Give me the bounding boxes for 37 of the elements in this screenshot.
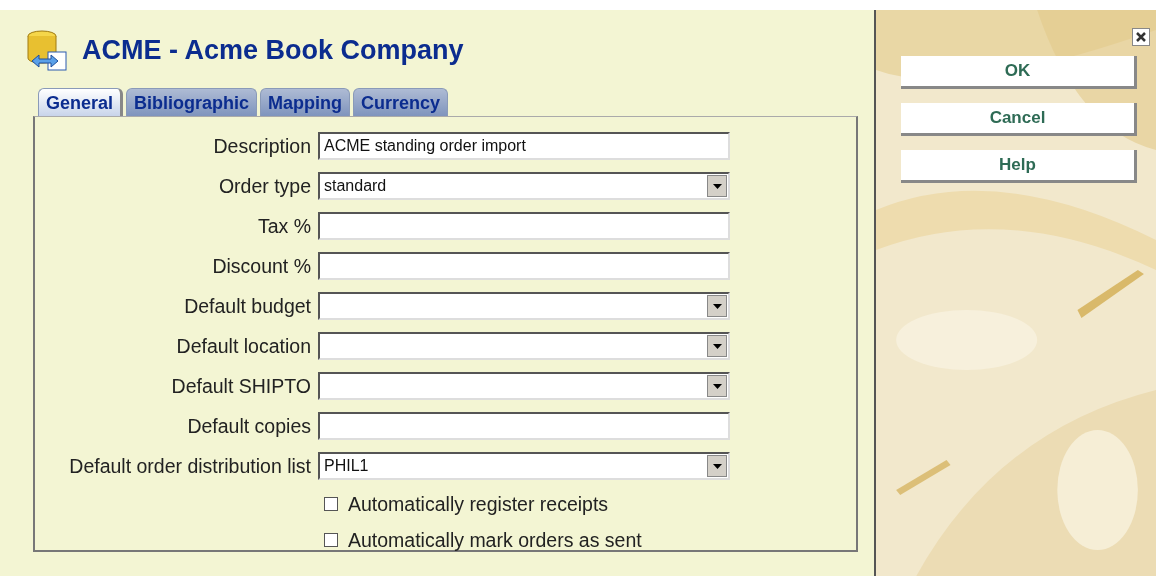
input-field[interactable] (318, 212, 730, 240)
field-label: Default SHIPTO (170, 374, 312, 398)
caret-icon (712, 383, 722, 389)
input-field[interactable]: ACME standing order import (318, 132, 730, 160)
dropdown-field[interactable]: standard (318, 172, 730, 200)
field-label: Default location (175, 334, 312, 358)
tab[interactable]: Mapping (260, 88, 351, 116)
checkbox-label: Automatically mark orders as sent (348, 528, 642, 552)
dialog-button[interactable]: Cancel (901, 103, 1137, 136)
dialog-button[interactable]: OK (901, 56, 1137, 89)
tab[interactable]: Bibliographic (126, 88, 258, 116)
field-label: Order type (217, 174, 312, 198)
field-label: Default copies (186, 414, 312, 438)
dropdown-field[interactable]: PHIL1 (318, 452, 730, 480)
input-field[interactable] (318, 412, 730, 440)
field-label: Discount % (211, 254, 312, 278)
checkbox[interactable] (324, 533, 338, 547)
field-label: Default budget (183, 294, 312, 318)
field-label: Description (212, 134, 312, 158)
input-field[interactable] (318, 252, 730, 280)
field-label: Default order distribution list (68, 454, 312, 478)
database-icon (24, 28, 68, 72)
dialog-button[interactable]: Help (901, 150, 1137, 183)
caret-icon (712, 303, 722, 309)
tab[interactable]: General (38, 88, 124, 116)
caret-icon (712, 463, 722, 469)
dropdown-field[interactable] (318, 292, 730, 320)
close-icon[interactable] (1132, 28, 1150, 46)
field-label: Tax % (256, 214, 312, 238)
dropdown-field[interactable] (318, 332, 730, 360)
page-title: ACME - Acme Book Company (82, 34, 464, 66)
caret-icon (712, 343, 722, 349)
tab[interactable]: Currency (353, 88, 449, 116)
caret-icon (712, 183, 722, 189)
checkbox[interactable] (324, 497, 338, 511)
dropdown-field[interactable] (318, 372, 730, 400)
checkbox-label: Automatically register receipts (348, 492, 609, 516)
